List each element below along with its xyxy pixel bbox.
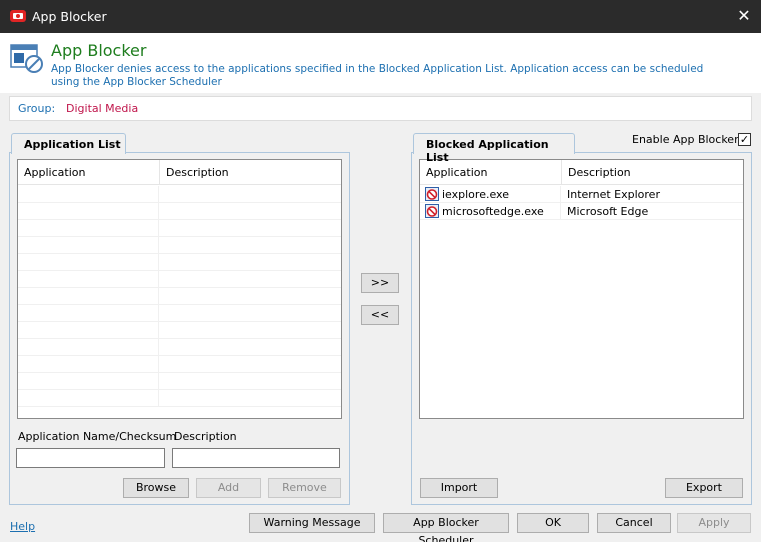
- tab-blocked-application-list[interactable]: Blocked Application List: [413, 133, 575, 164]
- description-cell: Microsoft Edge: [561, 203, 743, 220]
- empty-row: [18, 254, 341, 271]
- window-title: App Blocker: [32, 9, 107, 24]
- empty-cell: [18, 203, 159, 220]
- group-bar: Group: Digital Media: [9, 96, 752, 121]
- app-blocker-scheduler-button[interactable]: App Blocker Scheduler: [383, 513, 509, 542]
- application-cell: microsoftedge.exe: [420, 203, 561, 220]
- group-label: Group:: [18, 102, 56, 115]
- empty-cell: [18, 305, 159, 322]
- empty-cell: [159, 288, 341, 305]
- enable-app-blocker-label: Enable App Blocker: [632, 133, 739, 146]
- browse-button[interactable]: Browse: [123, 478, 189, 498]
- table-row[interactable]: iexplore.exe Internet Explorer: [420, 186, 743, 203]
- empty-cell: [159, 339, 341, 356]
- empty-row: [18, 373, 341, 390]
- cancel-button[interactable]: Cancel: [597, 513, 671, 533]
- empty-row: [18, 305, 341, 322]
- empty-row: [18, 339, 341, 356]
- enable-app-blocker-checkbox[interactable]: ✓: [738, 133, 751, 146]
- application-name: microsoftedge.exe: [442, 205, 544, 218]
- blocked-application-panel: Application Description iexplore.exe Inte…: [411, 152, 752, 505]
- tab-application-list[interactable]: Application List: [11, 133, 126, 154]
- blocked-application-listview[interactable]: Application Description iexplore.exe Inte…: [419, 159, 744, 419]
- app-name-label: Application Name/Checksum: [18, 430, 177, 443]
- app-desc-input[interactable]: [172, 448, 340, 468]
- group-value: Digital Media: [66, 102, 139, 115]
- empty-row: [18, 288, 341, 305]
- move-to-blocked-button[interactable]: >>: [361, 273, 399, 293]
- empty-cell: [18, 339, 159, 356]
- empty-row: [18, 271, 341, 288]
- app-blocker-large-icon: [10, 44, 43, 73]
- description-cell: Internet Explorer: [561, 186, 743, 203]
- blocked-icon: [425, 187, 439, 201]
- close-icon[interactable]: ✕: [736, 8, 752, 24]
- empty-cell: [18, 271, 159, 288]
- title-bar: App Blocker ✕: [0, 0, 761, 33]
- blocked-icon: [425, 204, 439, 218]
- page-description: App Blocker denies access to the applica…: [51, 63, 704, 88]
- warning-message-button[interactable]: Warning Message: [249, 513, 375, 533]
- empty-cell: [18, 237, 159, 254]
- empty-row: [18, 237, 341, 254]
- move-to-allowed-button[interactable]: <<: [361, 305, 399, 325]
- apply-button[interactable]: Apply: [677, 513, 751, 533]
- app-name-input[interactable]: [16, 448, 165, 468]
- application-name: iexplore.exe: [442, 188, 509, 201]
- application-list-header: Application Description: [18, 160, 341, 185]
- empty-cell: [159, 220, 341, 237]
- empty-row: [18, 322, 341, 339]
- empty-cell: [18, 373, 159, 390]
- page-title: App Blocker: [51, 41, 147, 60]
- empty-cell: [18, 186, 159, 203]
- empty-cell: [159, 254, 341, 271]
- empty-row: [18, 356, 341, 373]
- remove-button[interactable]: Remove: [268, 478, 341, 498]
- empty-cell: [18, 356, 159, 373]
- column-description[interactable]: Description: [561, 160, 743, 185]
- app-blocker-icon: [10, 10, 26, 22]
- empty-cell: [18, 322, 159, 339]
- empty-row: [18, 203, 341, 220]
- application-list-panel: Application Description Application Name…: [9, 152, 350, 505]
- empty-row: [18, 220, 341, 237]
- empty-cell: [159, 237, 341, 254]
- header: App Blocker App Blocker denies access to…: [0, 33, 761, 93]
- add-button[interactable]: Add: [196, 478, 261, 498]
- column-description[interactable]: Description: [159, 160, 341, 185]
- blocked-list-header: Application Description: [420, 160, 743, 185]
- empty-cell: [18, 288, 159, 305]
- application-cell: iexplore.exe: [420, 186, 561, 203]
- help-link[interactable]: Help: [10, 520, 35, 533]
- column-application[interactable]: Application: [18, 160, 159, 185]
- application-listview[interactable]: Application Description: [17, 159, 342, 419]
- empty-cell: [159, 186, 341, 203]
- empty-row: [18, 390, 341, 407]
- table-row[interactable]: microsoftedge.exe Microsoft Edge: [420, 203, 743, 220]
- empty-cell: [159, 203, 341, 220]
- empty-cell: [159, 271, 341, 288]
- empty-cell: [159, 390, 341, 407]
- empty-cell: [159, 305, 341, 322]
- empty-cell: [159, 373, 341, 390]
- empty-cell: [18, 220, 159, 237]
- ok-button[interactable]: OK: [517, 513, 589, 533]
- empty-cell: [18, 390, 159, 407]
- import-button[interactable]: Import: [420, 478, 498, 498]
- app-desc-label: Description: [174, 430, 237, 443]
- empty-cell: [159, 322, 341, 339]
- export-button[interactable]: Export: [665, 478, 743, 498]
- empty-row: [18, 186, 341, 203]
- empty-cell: [159, 356, 341, 373]
- empty-cell: [18, 254, 159, 271]
